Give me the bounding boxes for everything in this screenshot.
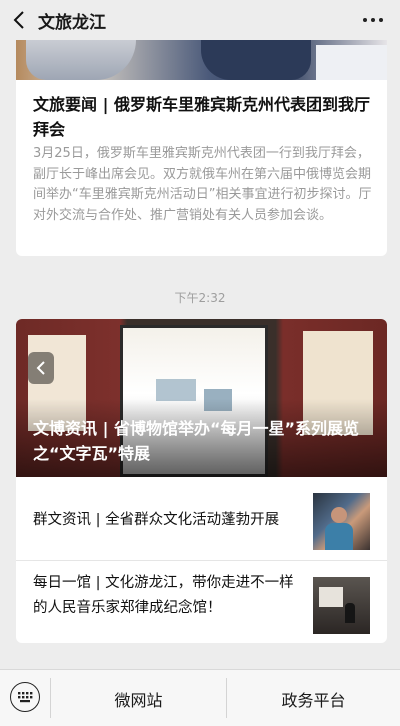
list-item-title: 群文资讯 | 全省群众文化活动蓬勃开展: [33, 512, 280, 528]
bottom-menu-bar: 微网站 政务平台: [0, 669, 400, 726]
article-card[interactable]: 文旅要闻 | 俄罗斯车里雅宾斯克州代表团到我厅拜会 3月25日，俄罗斯车里雅宾斯…: [16, 40, 387, 256]
list-item[interactable]: 群文资讯 | 全省群众文化活动蓬勃开展: [16, 477, 387, 561]
message-timestamp: 下午2:32: [174, 291, 226, 305]
featured-article-title: 文博资讯 | 省博物馆举办“每月一星”系列展览之“文字瓦”特展: [33, 419, 360, 463]
article-description: 3月25日，俄罗斯车里雅宾斯克州代表团一行到我厅拜会，副厅长于峰出席会见。双方就…: [33, 146, 372, 223]
chevron-left-icon[interactable]: [0, 0, 38, 40]
featured-article[interactable]: 文博资讯 | 省博物馆举办“每月一星”系列展览之“文字瓦”特展: [16, 319, 387, 477]
keyboard-icon[interactable]: [10, 682, 40, 712]
more-dots-icon[interactable]: [360, 9, 386, 31]
list-item-title: 每日一馆 | 文化游龙江，带你走进不一样的人民音乐家郑律成纪念馆！: [33, 575, 294, 616]
menu-item-micro-site[interactable]: 微网站: [51, 670, 226, 726]
list-item-thumbnail: [313, 577, 370, 634]
list-item[interactable]: 每日一馆 | 文化游龙江，带你走进不一样的人民音乐家郑律成纪念馆！: [16, 561, 387, 643]
article-cover-image: [16, 40, 387, 80]
list-item-thumbnail: [313, 493, 370, 550]
top-nav-bar: 文旅龙江: [0, 0, 400, 40]
multi-article-card: 文博资讯 | 省博物馆举办“每月一星”系列展览之“文字瓦”特展 群文资讯 | 全…: [16, 319, 387, 643]
chevron-left-icon: [28, 352, 54, 384]
page-title: 文旅龙江: [38, 12, 106, 33]
menu-item-government-platform[interactable]: 政务平台: [227, 670, 400, 726]
article-title: 文旅要闻 | 俄罗斯车里雅宾斯克州代表团到我厅拜会: [33, 95, 370, 139]
